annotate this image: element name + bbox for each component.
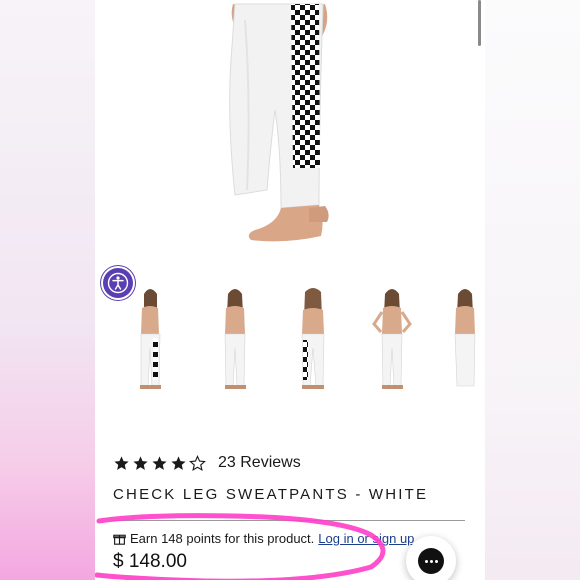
login-signup-link[interactable]: Log in or sign up	[318, 531, 414, 546]
chat-icon	[418, 548, 444, 574]
star-outline-icon	[189, 454, 206, 471]
thumbnail-gallery	[95, 282, 485, 394]
star-filled-icon	[152, 455, 167, 470]
star-filled-icon	[171, 455, 186, 470]
right-background-panel	[485, 0, 580, 580]
product-main-image[interactable]	[95, 0, 485, 260]
review-count[interactable]: 23 Reviews	[218, 454, 301, 472]
star-filled-icon	[133, 455, 148, 470]
chat-button[interactable]	[406, 536, 456, 580]
thumbnail-image[interactable]	[445, 282, 485, 394]
gift-icon	[113, 534, 126, 545]
star-filled-icon	[114, 455, 129, 470]
rating-stars	[113, 454, 206, 472]
thumbnail-image[interactable]	[287, 282, 341, 394]
product-rating[interactable]: 23 Reviews	[113, 452, 301, 474]
divider	[113, 520, 465, 521]
left-background-panel	[0, 0, 95, 580]
product-price: $ 148.00	[113, 551, 187, 572]
thumbnail-image[interactable]	[365, 282, 419, 394]
points-text: Earn 148 points for this product.	[130, 531, 315, 546]
rewards-points-banner: Earn 148 points for this product. Log in…	[113, 531, 414, 546]
product-title: CHECK LEG SWEATPANTS - WHITE	[113, 486, 429, 503]
product-page: 23 Reviews CHECK LEG SWEATPANTS - WHITE …	[95, 0, 485, 580]
thumbnail-image[interactable]	[211, 282, 265, 394]
thumbnail-image[interactable]	[133, 282, 187, 394]
